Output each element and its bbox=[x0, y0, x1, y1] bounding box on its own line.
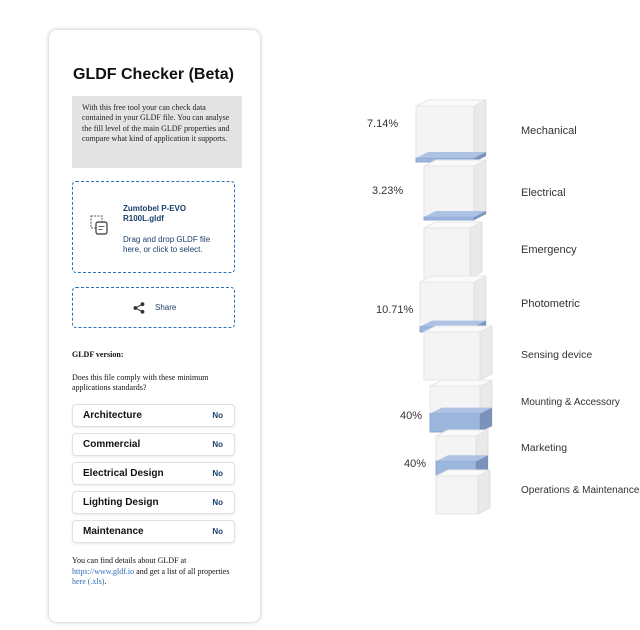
category-label-operations-maintenance: Operations & Maintenance bbox=[521, 485, 640, 496]
cube-operations-maintenance bbox=[435, 469, 491, 515]
category-label-sensing-device: Sensing device bbox=[521, 349, 593, 361]
category-label-emergency: Emergency bbox=[521, 244, 577, 256]
cube-mounting-accessory bbox=[429, 379, 493, 433]
cube-emergency bbox=[423, 221, 483, 279]
percent-label-mechanical: 7.14% bbox=[367, 118, 399, 130]
cube-photometric bbox=[419, 275, 487, 333]
category-label-photometric: Photometric bbox=[521, 298, 580, 310]
fill-level-electrical bbox=[423, 216, 475, 221]
percent-label-electrical: 3.23% bbox=[372, 185, 404, 197]
percent-label-marketing: 40% bbox=[404, 458, 427, 470]
percent-label-photometric: 10.71% bbox=[376, 304, 414, 316]
category-label-mounting-accessory: Mounting & Accessory bbox=[521, 397, 620, 408]
fill-level-stack bbox=[415, 99, 493, 515]
fill-top-mechanical bbox=[416, 152, 486, 159]
percent-label-mounting-accessory: 40% bbox=[400, 410, 423, 422]
fill-level-mounting-accessory bbox=[429, 413, 481, 433]
cube-electrical bbox=[423, 159, 487, 221]
category-label-mechanical: Mechanical bbox=[521, 125, 577, 137]
category-label-electrical: Electrical bbox=[521, 187, 566, 199]
cube-mechanical bbox=[415, 99, 487, 163]
category-label-marketing: Marketing bbox=[521, 442, 568, 454]
cube-sensing-device bbox=[423, 325, 493, 381]
